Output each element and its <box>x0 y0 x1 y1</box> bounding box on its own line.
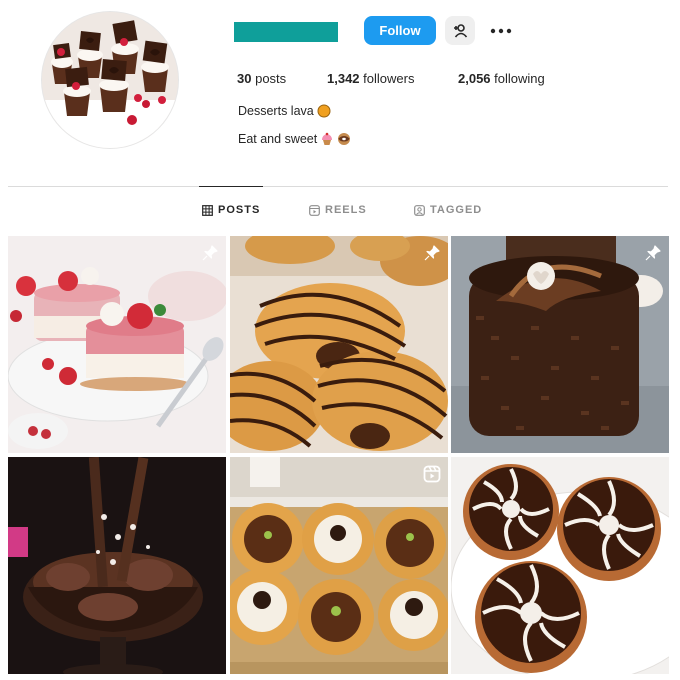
cupcake-emoji-icon <box>322 132 333 145</box>
bio-description: Eat and sweet <box>238 132 351 146</box>
followers-count-number: 1,342 <box>327 71 360 86</box>
tab-reels[interactable]: REELS <box>309 196 367 224</box>
followers-count[interactable]: 1,342 followers <box>327 71 414 86</box>
tab-tagged-label: TAGGED <box>430 204 483 216</box>
post-tile-2[interactable] <box>230 236 448 453</box>
profile-avatar[interactable] <box>42 12 178 148</box>
bio-name-text: Desserts lava <box>238 104 314 118</box>
post-tile-6[interactable] <box>451 457 669 674</box>
post-tile-1[interactable] <box>8 236 226 453</box>
profile-divider <box>8 186 668 187</box>
posts-count-label: posts <box>255 71 287 86</box>
orange-circle-emoji-icon <box>317 104 331 118</box>
tab-posts-label: POSTS <box>218 204 261 216</box>
followers-count-label: followers <box>363 71 415 86</box>
bio-name: Desserts lava <box>238 104 331 118</box>
bio-description-text: Eat and sweet <box>238 132 318 146</box>
post-tile-3[interactable] <box>451 236 669 453</box>
following-count[interactable]: 2,056 following <box>458 71 545 86</box>
follow-button[interactable]: Follow <box>364 16 436 45</box>
post-tile-4[interactable] <box>8 457 226 674</box>
following-count-label: following <box>494 71 545 86</box>
following-count-number: 2,056 <box>458 71 491 86</box>
donut-emoji-icon <box>338 133 351 145</box>
suggested-accounts-button[interactable] <box>445 16 475 45</box>
pin-icon <box>424 245 440 261</box>
tab-posts[interactable]: POSTS <box>198 186 264 224</box>
grid-icon <box>202 204 213 216</box>
tab-reels-label: REELS <box>325 204 367 216</box>
add-person-icon <box>454 23 468 38</box>
pin-icon <box>202 245 218 261</box>
post-tile-5[interactable] <box>230 457 448 674</box>
reel-icon <box>423 465 441 483</box>
username-redacted <box>234 22 338 42</box>
ellipsis-icon <box>490 28 512 34</box>
posts-count: 30 posts <box>237 71 286 86</box>
pin-icon <box>645 245 661 261</box>
reels-icon <box>309 204 320 216</box>
posts-count-number: 30 <box>237 71 252 86</box>
tagged-icon <box>414 204 425 216</box>
tab-tagged[interactable]: TAGGED <box>414 196 482 224</box>
more-options-button[interactable] <box>486 17 516 45</box>
